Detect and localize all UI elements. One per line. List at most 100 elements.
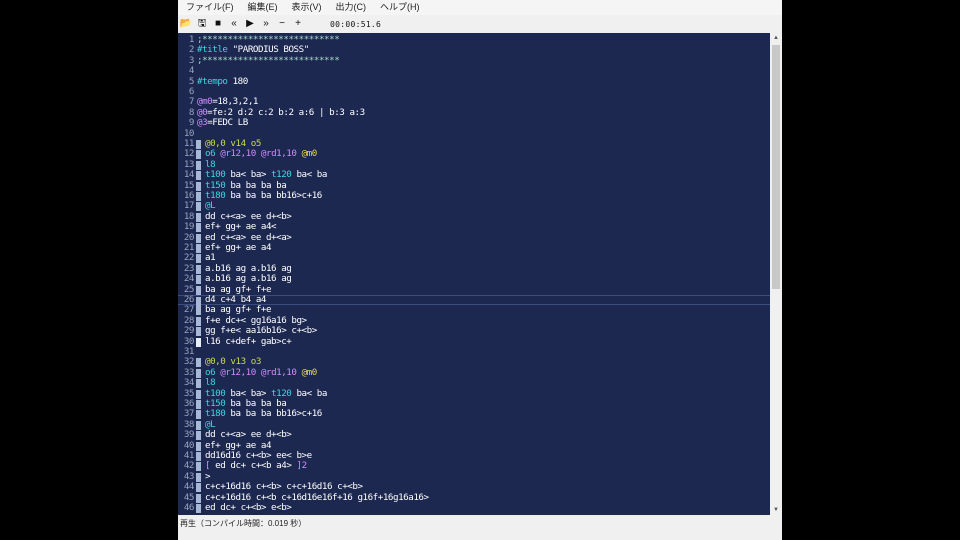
code-editor[interactable]: 1 ;*************************** 2 #title "PA… (178, 33, 770, 515)
channel-marker (196, 192, 201, 201)
code-token: ba ag gf+ f+e (205, 283, 272, 295)
code-line[interactable]: 46 ed dc+ c+<b> e<b> (178, 502, 770, 513)
channel-marker (196, 472, 201, 482)
code-token: @0,0 v14 o5 (205, 138, 261, 149)
channel-marker (196, 431, 201, 441)
code-token: ba< ba> (225, 387, 272, 399)
stop-icon[interactable]: ■ (210, 15, 226, 33)
code-token: o6 (205, 366, 221, 378)
channel-marker (196, 202, 201, 212)
channel-marker (196, 285, 201, 295)
code-line[interactable]: 21 ef+ gg+ ae a4 (178, 242, 770, 253)
menu-item-4[interactable]: ヘルプ(H) (372, 0, 426, 15)
editor-window: ファイル(F) 編集(E) 表示(V) 出力(C) ヘルプ(H) 📂 🖫 ■ «▶» − +00:… (178, 0, 782, 540)
code-line[interactable]: 4 (178, 65, 770, 76)
status-text: 再生（コンパイル時間：0.019 秒） (180, 519, 307, 528)
menu-item-3[interactable]: 出力(C) (328, 0, 373, 15)
code-token: ba< ba> (225, 169, 272, 181)
code-token: f+e dc+< gg16a16 bg> (205, 314, 307, 326)
code-token: ]2 (296, 460, 307, 472)
code-line[interactable]: 30 l16 c+def+ gab>c+ (178, 335, 770, 347)
code-token: t100 (205, 387, 226, 399)
code-token: #title (197, 44, 228, 56)
channel-marker (196, 316, 201, 326)
code-line[interactable]: 3 ;*************************** (178, 54, 770, 66)
scrollbar-thumb[interactable] (772, 45, 780, 289)
code-token: ed dc+ c+<b a4> (210, 460, 297, 472)
channel-marker (196, 223, 201, 233)
open-icon[interactable]: 📂 (178, 15, 194, 33)
code-token: ef+ gg+ ae a4 (205, 439, 272, 451)
code-token: @m0 (197, 96, 213, 108)
scroll-up-arrow-icon[interactable]: ▲ (770, 33, 782, 43)
line-code: t180 ba ba ba bb16>c+16 (205, 409, 322, 419)
code-line[interactable]: 31 (178, 346, 770, 357)
code-line[interactable]: 9 @3=FEDC LB (178, 117, 770, 129)
code-line[interactable]: 6 (178, 86, 770, 97)
save-icon[interactable]: 🖫 (194, 15, 210, 33)
menu-bar: ファイル(F) 編集(E) 表示(V) 出力(C) ヘルプ(H) (178, 0, 782, 15)
code-token: ba ba ba ba (225, 179, 287, 191)
channel-marker (196, 400, 201, 409)
code-line[interactable]: 25 ba ag gf+ f+e (178, 283, 770, 295)
code-line[interactable]: 33 o6 @r12,10 @rd1,10 @m0 (178, 366, 770, 378)
scroll-down-arrow-icon[interactable]: ▼ (770, 505, 782, 515)
menu-item-1[interactable]: 編集(E) (240, 0, 284, 15)
code-token: ed c+<a> ee d+<a> (205, 231, 292, 243)
code-line[interactable]: 5 #tempo 180 (178, 76, 770, 87)
code-token: ;*************************** (197, 34, 340, 45)
channel-marker (196, 181, 201, 191)
code-token: a1 (205, 252, 216, 264)
rewind-icon[interactable]: « (226, 15, 242, 33)
code-token: l16 c+def+ gab>c+ (205, 335, 292, 347)
code-line[interactable]: 12 o6 @r12,10 @rd1,10 @m0 (178, 148, 770, 160)
code-token: c+c+16d16 c+<b c+16d16e16f+16 g16f+16g16… (205, 491, 429, 503)
channel-marker (196, 368, 201, 378)
status-bar: 再生（コンパイル時間：0.019 秒） (178, 515, 782, 540)
code-line[interactable]: 10 (178, 128, 770, 139)
code-token: ed dc+ c+<b> e<b> (205, 502, 292, 513)
channel-marker (196, 275, 201, 285)
channel-marker (196, 264, 201, 274)
minus-icon[interactable]: − (274, 15, 290, 33)
channel-marker (196, 150, 201, 160)
code-token: =18,3,2,1 (212, 96, 258, 108)
code-token: ba ba ba bb16>c+16 (225, 190, 322, 201)
code-line[interactable]: 37 t180 ba ba ba bb16>c+16 (178, 408, 770, 420)
channel-marker (196, 337, 201, 347)
line-number: 26 (183, 294, 195, 305)
code-line[interactable]: 42[ ed dc+ c+<b a4> ]2 (178, 460, 770, 472)
code-token: ;*************************** (197, 54, 340, 66)
line-code: o6 @r12,10 @rd1,10 @m0 (205, 149, 317, 159)
vertical-scrollbar[interactable]: ▲ ▼ (770, 33, 782, 515)
code-line[interactable]: 16 t180 ba ba ba bb16>c+16 (178, 190, 770, 201)
channel-marker (196, 389, 201, 399)
line-code: @3=FEDC LB (197, 117, 248, 129)
channel-marker (196, 306, 201, 316)
code-token: @0 (197, 106, 208, 118)
line-code: l16 c+def+ gab>c+ (205, 335, 292, 347)
code-token: @m0 (301, 366, 318, 378)
channel-marker (196, 244, 201, 253)
channel-marker (196, 462, 201, 472)
code-token: a.b16 ag a.b16 ag (205, 273, 292, 285)
menu-item-0[interactable]: ファイル(F) (178, 0, 240, 15)
channel-marker (196, 504, 201, 513)
line-code: [ ed dc+ c+<b a4> ]2 (205, 461, 307, 471)
code-token: =FEDC LB (207, 117, 248, 129)
code-token: dd c+<a> ee d+<b> (205, 210, 292, 222)
menu-item-2[interactable]: 表示(V) (284, 0, 328, 15)
line-code: o6 @r12,10 @rd1,10 @m0 (205, 366, 318, 378)
code-line[interactable]: 8 @0=fe:2 d:2 c:2 b:2 a:6 | b:3 a:3 (178, 106, 770, 118)
code-token: ba ba ba ba (225, 398, 287, 409)
code-token: t150 (205, 179, 226, 191)
code-token: t100 (205, 169, 226, 181)
channel-marker (196, 358, 201, 368)
play-icon[interactable]: ▶ (242, 15, 258, 33)
plus-icon[interactable]: + (290, 15, 306, 33)
channel-marker (196, 171, 201, 181)
code-token: ba< ba (291, 169, 327, 181)
code-token: o6 (205, 148, 221, 160)
fast-forward-icon[interactable]: » (258, 15, 274, 33)
code-token: ba ag gf+ f+e (205, 304, 272, 316)
